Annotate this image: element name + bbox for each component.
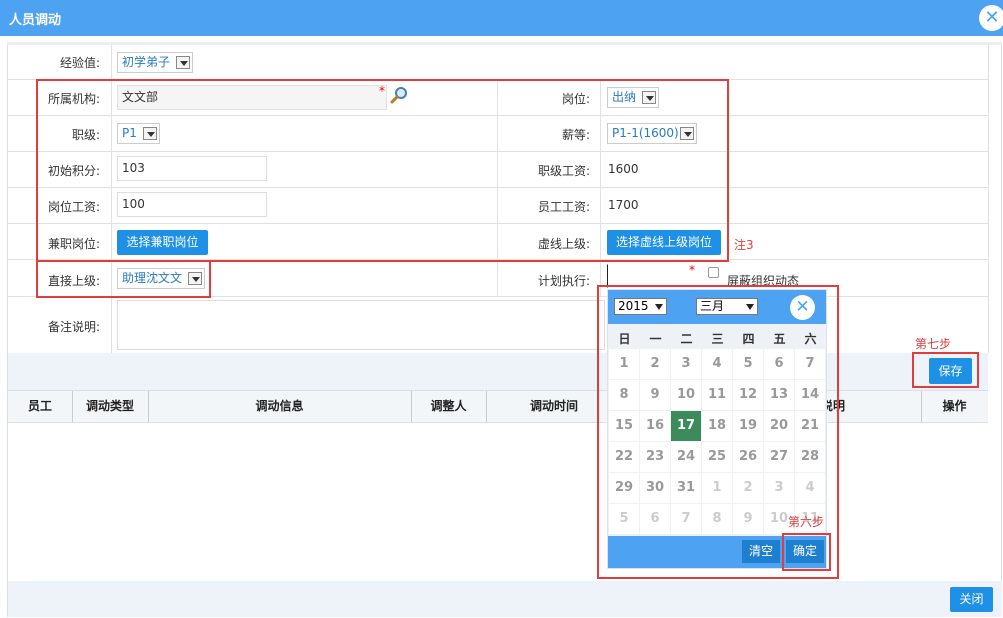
experience-label: 经验值:: [59, 56, 100, 70]
mask-org-checkbox[interactable]: [708, 267, 719, 278]
window-title: 人员调动: [9, 13, 62, 28]
frame-top-border: [7, 42, 1002, 45]
table-header-cell: 调整人: [430, 399, 467, 413]
table-header-cell: 操作: [942, 399, 967, 413]
required-mark: *: [689, 263, 695, 277]
highlight-box-confirm: [782, 533, 831, 571]
step7-annotation: 第七步: [915, 337, 952, 351]
plan-exec-label: 计划执行:: [537, 274, 590, 288]
footer-band: [8, 581, 1002, 617]
close-button[interactable]: 关闭: [950, 587, 993, 612]
table-header-cell: 员工: [27, 399, 52, 413]
highlight-box-form: [36, 79, 729, 262]
table-header-cell: 调动类型: [85, 399, 134, 413]
highlight-box-save: [912, 352, 979, 388]
remark-label: 备注说明:: [47, 320, 100, 334]
action-band: [8, 353, 988, 390]
highlight-box-superior: [36, 260, 211, 298]
remark-textarea[interactable]: [117, 300, 605, 350]
experience-value: 初学弟子: [122, 55, 171, 69]
note3-annotation: 注3: [734, 238, 754, 252]
experience-select[interactable]: 初学弟子: [117, 52, 193, 73]
column-divider: [988, 45, 989, 353]
close-icon[interactable]: ✕: [979, 5, 1003, 31]
table-header-cell: 调动信息: [255, 399, 304, 413]
chevron-down-icon: [176, 56, 190, 69]
window-titlebar: 人员调动: [0, 0, 1003, 36]
